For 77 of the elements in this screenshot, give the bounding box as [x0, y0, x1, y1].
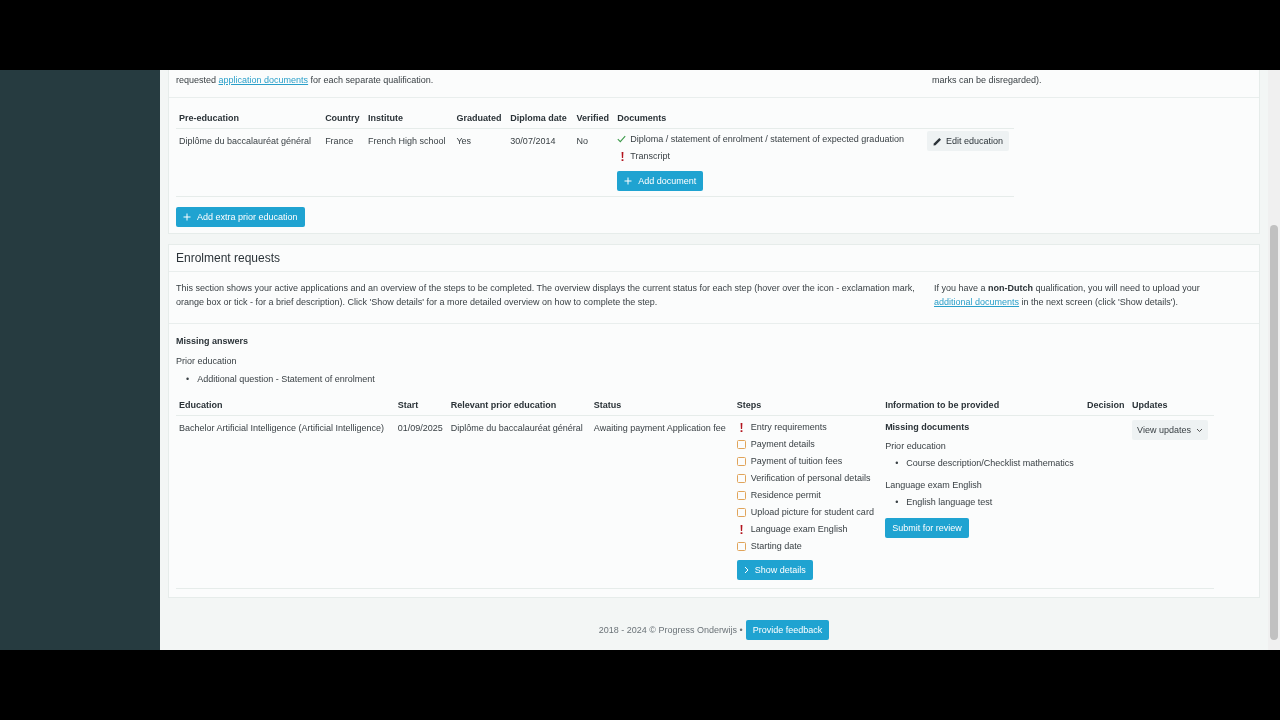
square-icon [736, 541, 746, 551]
column-header: Information to be provided [882, 399, 1084, 416]
footer-text: 2018 - 2024 © Progress Onderwijs • [598, 624, 743, 636]
edit-education-button[interactable]: Edit education [926, 131, 1009, 151]
exclamation-icon [620, 151, 624, 161]
submit-review-button[interactable]: Submit for review [885, 518, 969, 538]
group-label: Prior education [885, 440, 947, 452]
table-cell: Diplôme du baccalauréat général [447, 415, 591, 589]
chevron-right-icon [743, 566, 749, 574]
column-header: Relevant prior education [447, 399, 591, 416]
pencil-icon [932, 136, 942, 146]
step-label: Payment details [750, 438, 815, 450]
table-cell: 01/09/2025 [394, 415, 448, 589]
table-cell: No [573, 128, 615, 197]
show-details-button[interactable]: Show details [736, 560, 813, 580]
document-label: Transcript [630, 150, 670, 162]
column-header: Steps [733, 399, 883, 416]
add-document-button[interactable]: Add document [617, 171, 704, 191]
column-header: Start [394, 399, 448, 416]
square-icon [736, 473, 746, 483]
intro-text: requested application documents for each separate qualification. [176, 74, 434, 87]
side-note: marks can be disregarded). [932, 74, 1043, 87]
column-header: Education [176, 399, 395, 416]
column-header: Graduated [453, 112, 508, 129]
column-header: Pre-education [176, 112, 323, 129]
exclamation-icon [740, 524, 744, 534]
square-icon [736, 507, 746, 517]
step-label: Payment of tuition fees [750, 455, 843, 467]
step-label: Entry requirements [750, 421, 827, 433]
subsection-title: Missing answers [176, 335, 250, 347]
column-header: Updates [1129, 399, 1214, 416]
square-icon [736, 456, 746, 466]
table-cell: Yes [453, 128, 508, 197]
scrollbar[interactable] [1268, 70, 1280, 650]
step-label: Residence permit [750, 489, 821, 501]
check-icon [617, 135, 627, 143]
section-title: Enrolment requests [176, 252, 282, 264]
add-prior-education-button[interactable]: Add extra prior education [176, 207, 305, 227]
table-cell: Bachelor Artificial Intelligence (Artificial Intelligence) [176, 415, 395, 589]
square-icon [736, 490, 746, 500]
step-label: Language exam English [750, 523, 848, 535]
chevron-down-icon [1195, 427, 1203, 433]
column-header: Diploma date [507, 112, 574, 129]
step-label: Verification of personal details [750, 472, 871, 484]
description-text: This section shows your active applications and an overview of the steps to be completed. The overview displays the current status for each step (hover over the icon - exclamation mark, orange box or tick - for a brief description). Click 'Show details' for a more detailed overview on how to complete the step. [176, 282, 916, 309]
list-item: English language test [906, 496, 993, 508]
table-cell: France [322, 128, 365, 197]
step-label: Upload picture for student card [750, 506, 874, 518]
documents-link[interactable]: application documents [218, 75, 309, 85]
plus-icon [183, 213, 191, 221]
step-label: Starting date [750, 540, 802, 552]
view-updates-button[interactable]: View updates [1132, 420, 1208, 440]
list-item: Course description/Checklist mathematics [906, 457, 1074, 469]
table-cell: 30/07/2014 [507, 128, 574, 197]
column-header: Verified [573, 112, 615, 129]
table-cell: French High school [364, 128, 454, 197]
bullet: • [186, 373, 190, 385]
square-icon [736, 439, 746, 449]
note-text: If you have a non-Dutch qualification, you will need to upload your additional documents in the next screen (click 'Show details'). [934, 282, 1201, 309]
column-header: Status [590, 399, 734, 416]
subsection-title: Missing documents [885, 421, 971, 433]
column-header: Country [322, 112, 365, 129]
bullet: • [895, 457, 899, 469]
group-label: Language exam English [885, 479, 983, 491]
documents-link[interactable]: additional documents [934, 297, 1020, 307]
plus-icon [624, 177, 633, 185]
column-header: Documents [614, 112, 924, 129]
exclamation-icon [740, 422, 744, 432]
column-header: Institute [364, 112, 454, 129]
table-cell: Awaiting payment Application fee [590, 415, 734, 589]
feedback-button[interactable]: Provide feedback [745, 620, 830, 640]
document-label: Diploma / statement of enrolment / statement of expected graduation [630, 133, 904, 145]
bullet: • [895, 496, 899, 508]
list-item: Additional question - Statement of enrolment [197, 373, 375, 385]
column-header: Decision [1084, 399, 1130, 416]
table-cell: Diplôme du baccalauréat général [176, 128, 323, 197]
group-label: Prior education [176, 355, 238, 367]
